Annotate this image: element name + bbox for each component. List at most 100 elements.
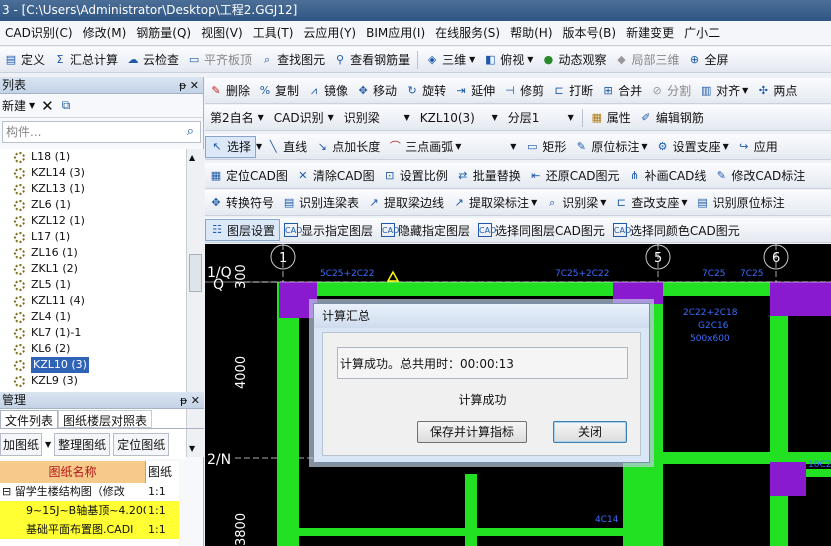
3d-button[interactable]: ◈ 三维 ▼ bbox=[421, 49, 479, 71]
rectangle-button[interactable]: ▭ 矩形 bbox=[521, 136, 570, 158]
extract-beam-label-button[interactable]: ↗ 提取梁标注 ▼ bbox=[448, 192, 541, 214]
locate-drawing-button[interactable]: 定位图纸 bbox=[113, 432, 170, 456]
copy-button[interactable]: % 复制 bbox=[254, 80, 303, 102]
flush-slab-button[interactable]: ▭ 平齐板顶 bbox=[183, 49, 256, 71]
tree-item[interactable]: KL7 (1)-1 bbox=[0, 325, 186, 341]
edit-rebar-button[interactable]: ✐ 编辑钢筋 bbox=[635, 107, 708, 129]
panel-controls[interactable]: ᵽ ✕ bbox=[180, 392, 200, 409]
menu-modify[interactable]: 修改(M) bbox=[78, 21, 132, 45]
batch-replace-button[interactable]: ⇄ 批量替换 bbox=[452, 165, 525, 187]
save-calc-button[interactable]: 保存并计算指标 bbox=[417, 421, 527, 443]
tree-item[interactable]: KL6 (2) bbox=[0, 341, 186, 357]
menu-cloud[interactable]: 云应用(Y) bbox=[298, 21, 361, 45]
recognize-link-beam-button[interactable]: ▤ 识别连梁表 bbox=[278, 192, 363, 214]
modify-cad-label-button[interactable]: ✎ 修改CAD标注 bbox=[710, 165, 809, 187]
locate-cad-button[interactable]: ▦ 定位CAD图 bbox=[205, 165, 292, 187]
summary-calc-button[interactable]: Σ 汇总计算 bbox=[49, 49, 122, 71]
cloud-check-button[interactable]: ☁ 云检查 bbox=[122, 49, 183, 71]
add-drawing-button[interactable]: 加图纸 bbox=[0, 432, 43, 456]
properties-button[interactable]: ▦ 属性 bbox=[586, 107, 635, 129]
tree-item[interactable]: ZL16 (1) bbox=[0, 245, 186, 261]
tree-item[interactable]: KZL14 (3) bbox=[0, 165, 186, 181]
table-row[interactable]: 基础平面布置图.CADI 1:1 bbox=[0, 520, 179, 539]
restore-cad-button[interactable]: ⇤ 还原CAD图元 bbox=[525, 165, 624, 187]
new-button[interactable]: 新建 bbox=[2, 97, 26, 114]
select-button[interactable]: ↖ 选择 bbox=[205, 135, 257, 158]
orbit-button[interactable]: ● 动态观察 bbox=[537, 49, 610, 71]
arc-option-select[interactable]: ▼ bbox=[467, 137, 519, 157]
menu-view[interactable]: 视图(V) bbox=[196, 21, 248, 45]
original-label-button[interactable]: ✎ 原位标注 ▼ bbox=[570, 136, 651, 158]
tree-item[interactable]: KZL13 (1) bbox=[0, 181, 186, 197]
set-support-button[interactable]: ⚙ 设置支座 ▼ bbox=[652, 136, 733, 158]
extract-beam-edge-button[interactable]: ↗ 提取梁边线 bbox=[363, 192, 448, 214]
menu-tools[interactable]: 工具(T) bbox=[248, 21, 299, 45]
scroll-up-icon[interactable]: ▲ bbox=[189, 153, 195, 162]
chevron-down-icon[interactable]: ▼ bbox=[42, 440, 54, 449]
view-rebar-button[interactable]: ⚲ 查看钢筋量 bbox=[329, 49, 414, 71]
tab-file-list[interactable]: 文件列表 bbox=[0, 410, 59, 428]
copy-icon[interactable]: ⧉ bbox=[62, 98, 71, 113]
menu-version[interactable]: 版本号(B) bbox=[558, 21, 622, 45]
component-search[interactable]: 构件... ⌕ bbox=[2, 121, 201, 143]
move-button[interactable]: ✥ 移动 bbox=[352, 80, 401, 102]
break-button[interactable]: ⊏ 打断 bbox=[548, 80, 597, 102]
draw-cad-line-button[interactable]: ⋔ 补画CAD线 bbox=[624, 165, 711, 187]
point-length-button[interactable]: ↘ 点加长度 bbox=[311, 136, 384, 158]
close-button[interactable]: 关闭 bbox=[553, 421, 627, 443]
extend-button[interactable]: ⇥ 延伸 bbox=[450, 80, 499, 102]
organize-drawing-button[interactable]: 整理图纸 bbox=[54, 432, 111, 456]
tab-floor-map[interactable]: 图纸楼层对照表 bbox=[58, 410, 153, 428]
layer-settings-button[interactable]: ☷ 图层设置 bbox=[205, 219, 281, 241]
line-button[interactable]: ╲ 直线 bbox=[262, 136, 311, 158]
recognize-beam-button[interactable]: ⌕ 识别梁 ▼ bbox=[541, 192, 610, 214]
recognize-type-select[interactable]: 识别梁 ▼ bbox=[341, 108, 413, 128]
tree-item[interactable]: KZL9 (3) bbox=[0, 373, 186, 389]
tree-item[interactable]: KZL12 (1) bbox=[0, 213, 186, 229]
tree-item[interactable]: L17 (1) bbox=[0, 229, 186, 245]
merge-button[interactable]: ⊞ 合并 bbox=[597, 80, 646, 102]
dropdown-icon[interactable]: ▼ bbox=[29, 101, 35, 110]
tree-item-selected[interactable]: KZL10 (3) bbox=[0, 357, 186, 373]
tree-item[interactable]: ZL4 (1) bbox=[0, 309, 186, 325]
table-row[interactable]: 9~15J~B轴基顶~4.200 1:1 bbox=[0, 501, 179, 520]
local-3d-button[interactable]: ◆ 局部三维 bbox=[610, 49, 683, 71]
tree-item[interactable]: ZL6 (1) bbox=[0, 197, 186, 213]
convert-symbol-button[interactable]: ✥ 转换符号 bbox=[205, 192, 278, 214]
menu-new-change[interactable]: 新建变更 bbox=[621, 21, 679, 45]
show-layer-button[interactable]: CAD 显示指定图层 bbox=[280, 219, 377, 241]
element-select[interactable]: KZL10(3) ▼ bbox=[417, 108, 501, 128]
recognize-original-label-button[interactable]: ▤ 识别原位标注 bbox=[692, 192, 789, 214]
set-scale-button[interactable]: ⊡ 设置比例 bbox=[379, 165, 452, 187]
delete-icon[interactable]: ✕ bbox=[41, 97, 54, 115]
fullscreen-button[interactable]: ⊕ 全屏 bbox=[683, 49, 732, 71]
layer-select[interactable]: 分层1 ▼ bbox=[505, 108, 577, 128]
split-button[interactable]: ⊘ 分割 bbox=[646, 80, 695, 102]
menu-online[interactable]: 在线服务(S) bbox=[430, 21, 505, 45]
select-same-layer-button[interactable]: CAD 选择同图层CAD图元 bbox=[474, 219, 609, 241]
define-button[interactable]: ▤ 定义 bbox=[0, 49, 49, 71]
menu-rebar[interactable]: 钢筋量(Q) bbox=[131, 21, 196, 45]
delete-button[interactable]: ✎ 删除 bbox=[205, 80, 254, 102]
menu-cad[interactable]: CAD识别(C) bbox=[0, 21, 78, 45]
tree-item[interactable]: KZL11 (4) bbox=[0, 293, 186, 309]
scroll-thumb[interactable] bbox=[189, 254, 202, 292]
clear-cad-button[interactable]: ✕ 清除CAD图 bbox=[292, 165, 379, 187]
menu-bim[interactable]: BIM应用(I) bbox=[361, 21, 430, 45]
trim-button[interactable]: ⊣ 修剪 bbox=[499, 80, 548, 102]
tree-item[interactable]: L18 (1) bbox=[0, 149, 186, 165]
check-support-button[interactable]: ⊏ 查改支座 ▼ bbox=[610, 192, 691, 214]
hide-layer-button[interactable]: CAD 隐藏指定图层 bbox=[377, 219, 474, 241]
panel-controls[interactable]: ᵽ ✕ bbox=[179, 77, 199, 94]
arc-button[interactable]: ⌒ 三点画弧 ▼ bbox=[384, 136, 465, 158]
apply-button[interactable]: ↪ 应用 bbox=[733, 136, 782, 158]
select-same-color-button[interactable]: CAD 选择同颜色CAD图元 bbox=[609, 219, 744, 241]
menu-help[interactable]: 帮助(H) bbox=[505, 21, 557, 45]
tree-item[interactable]: ZL5 (1) bbox=[0, 277, 186, 293]
top-view-button[interactable]: ◧ 俯视 ▼ bbox=[479, 49, 537, 71]
menu-assistant[interactable]: 广小二 bbox=[679, 21, 725, 45]
tree-item[interactable]: ZKL1 (2) bbox=[0, 261, 186, 277]
floor-select[interactable]: 第2自名 ▼ bbox=[207, 108, 267, 128]
mirror-button[interactable]: ⩘ 镜像 bbox=[303, 80, 352, 102]
cad-mode-select[interactable]: CAD识别 ▼ bbox=[271, 108, 337, 128]
